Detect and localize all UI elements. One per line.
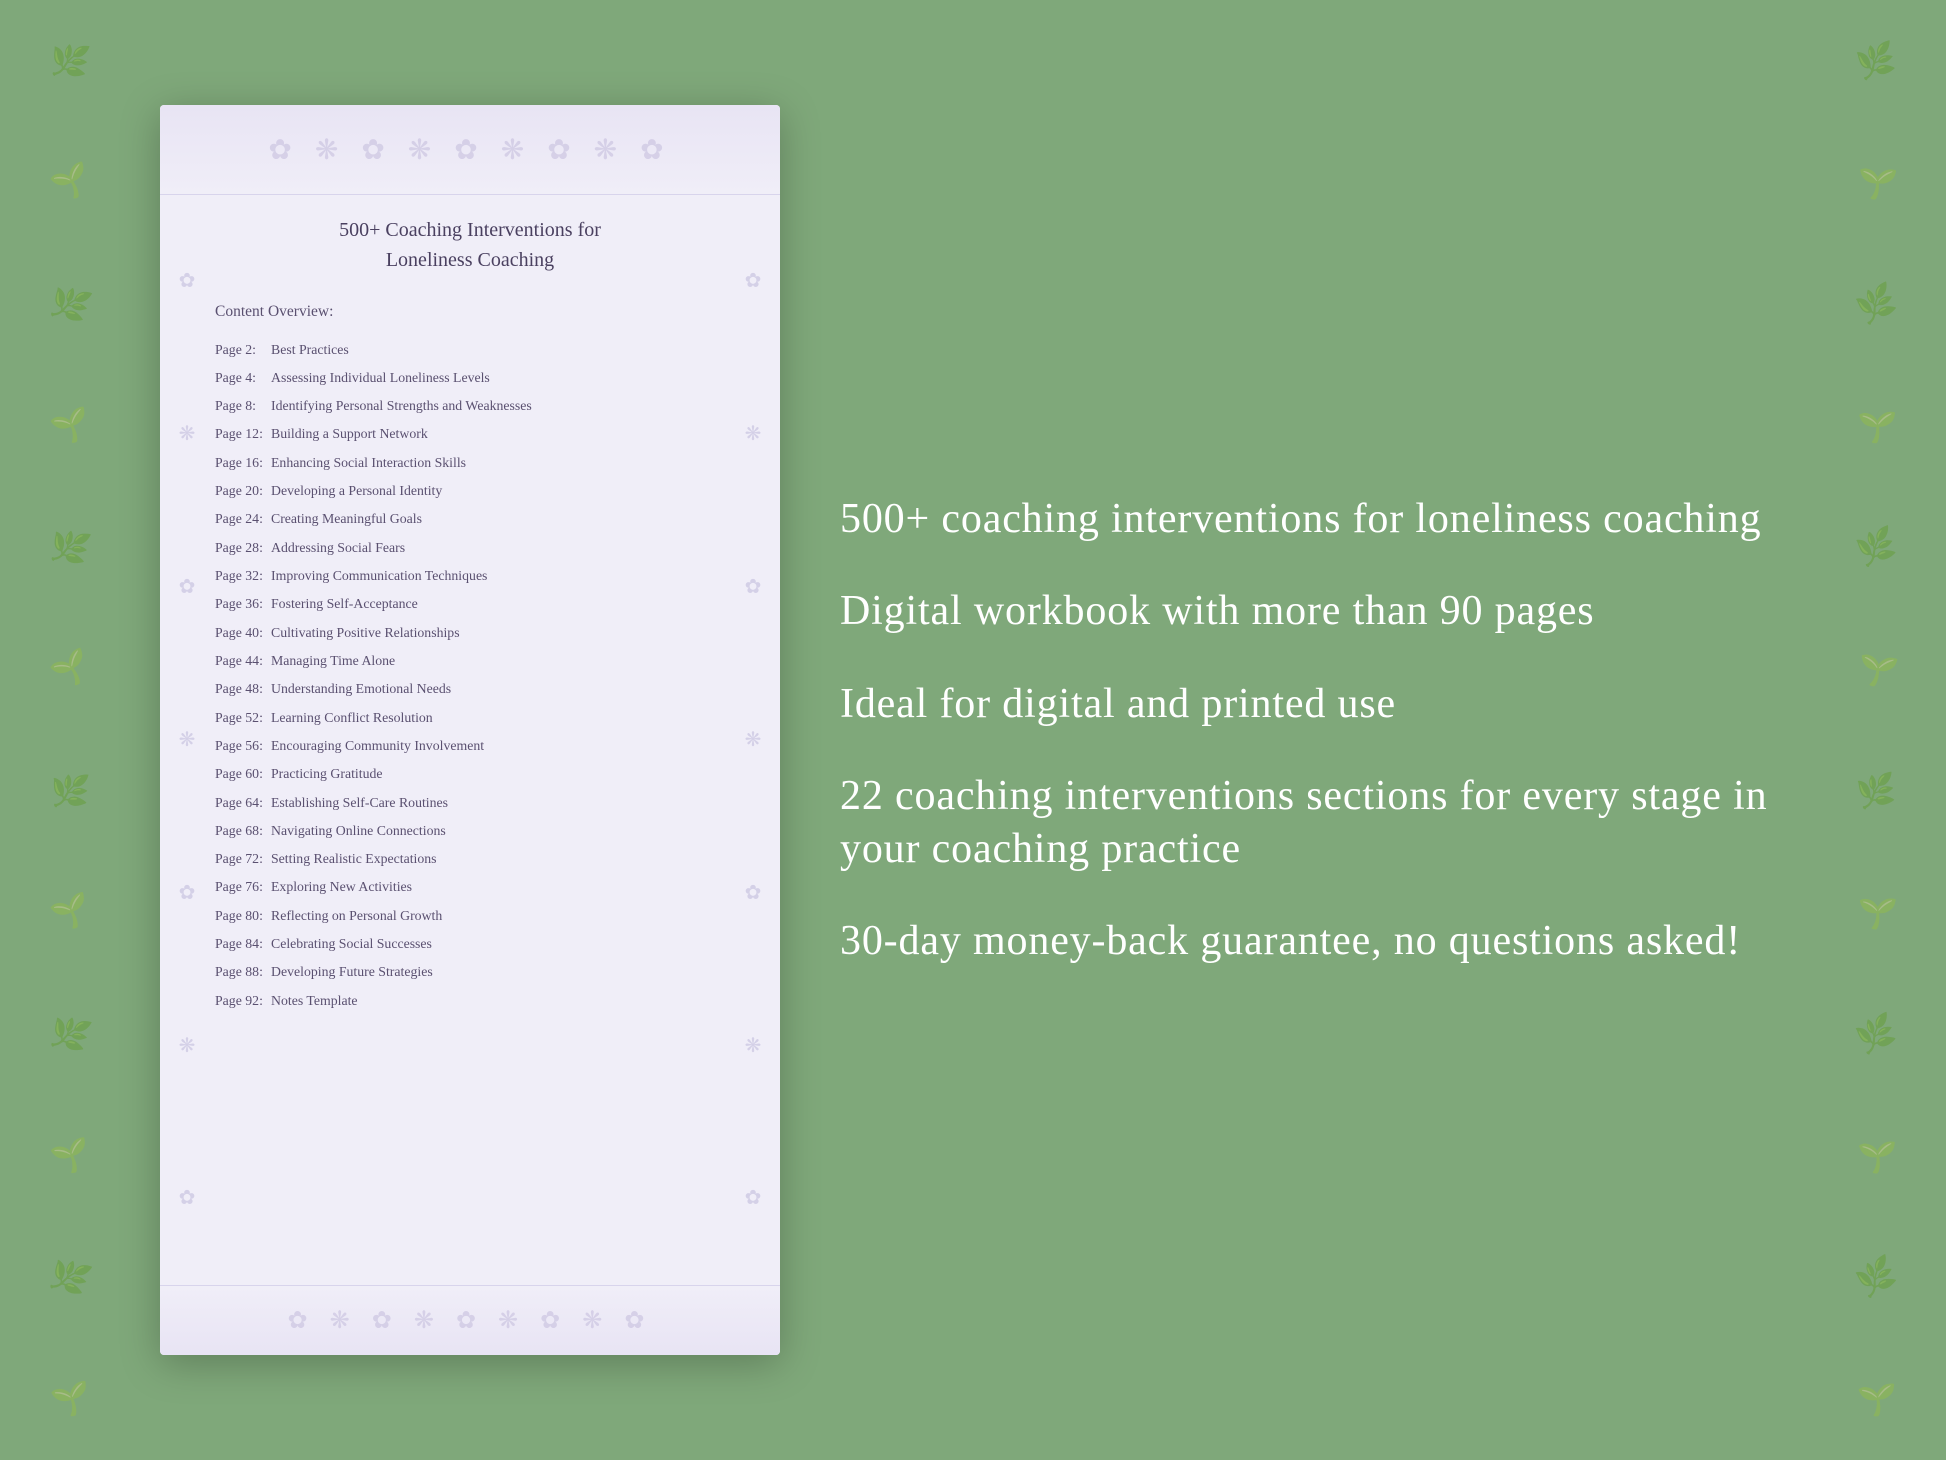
toc-page-number: Page 2: [215,340,271,359]
feature-2: Digital workbook with more than 90 pages [840,585,1786,638]
document-preview: ✿ ❋ ✿ ❋ ✿ ❋ ✿ ✿ ❋ ✿ ❋ ✿ ❋ ✿ 500+ Coachin… [160,105,780,1355]
feature-4: 22 coaching interventions sections for e… [840,770,1786,875]
toc-page-number: Page 72: [215,849,271,868]
toc-item-title: Enhancing Social Interaction Skills [271,455,466,470]
toc-item: Page 28:Addressing Social Fears [215,533,725,561]
feature-5: 30-day money-back guarantee, no question… [840,915,1786,968]
toc-item-title: Best Practices [271,342,349,357]
toc-page-number: Page 88: [215,962,271,981]
toc-item-title: Managing Time Alone [271,653,395,668]
toc-item: Page 88:Developing Future Strategies [215,958,725,986]
toc-item-title: Exploring New Activities [271,879,412,894]
toc-item-title: Cultivating Positive Relationships [271,625,460,640]
toc-item: Page 20:Developing a Personal Identity [215,477,725,505]
toc-page-number: Page 60: [215,764,271,783]
main-layout: ✿ ❋ ✿ ❋ ✿ ❋ ✿ ✿ ❋ ✿ ❋ ✿ ❋ ✿ 500+ Coachin… [0,0,1946,1460]
doc-content-area: 500+ Coaching Interventions for Loneline… [160,195,780,1285]
toc-page-number: Page 64: [215,793,271,812]
toc-page-number: Page 8: [215,396,271,415]
toc-page-number: Page 24: [215,509,271,528]
toc-item-title: Developing a Personal Identity [271,483,442,498]
toc-item-title: Practicing Gratitude [271,766,383,781]
toc-section-label: Content Overview: [215,303,725,321]
toc-item-title: Reflecting on Personal Growth [271,908,442,923]
toc-page-number: Page 48: [215,679,271,698]
toc-item: Page 64:Establishing Self-Care Routines [215,788,725,816]
feature-1: 500+ coaching interventions for loneline… [840,493,1786,546]
toc-page-number: Page 76: [215,877,271,896]
toc-item-title: Notes Template [271,993,358,1008]
table-of-contents: Page 2:Best PracticesPage 4:Assessing In… [215,335,725,1015]
toc-item: Page 24:Creating Meaningful Goals [215,505,725,533]
toc-item-title: Learning Conflict Resolution [271,710,433,725]
toc-item-title: Navigating Online Connections [271,823,446,838]
feature-text: 22 coaching interventions sections for e… [840,770,1786,875]
document-title: 500+ Coaching Interventions for Loneline… [215,215,725,275]
toc-item-title: Addressing Social Fears [271,540,405,555]
toc-item-title: Assessing Individual Loneliness Levels [271,370,490,385]
toc-item-title: Fostering Self-Acceptance [271,596,418,611]
toc-item: Page 80:Reflecting on Personal Growth [215,901,725,929]
feature-3: Ideal for digital and printed use [840,678,1786,731]
toc-item-title: Improving Communication Techniques [271,568,487,583]
toc-item: Page 44:Managing Time Alone [215,646,725,674]
toc-page-number: Page 84: [215,934,271,953]
toc-page-number: Page 80: [215,906,271,925]
toc-item: Page 72:Setting Realistic Expectations [215,845,725,873]
toc-item: Page 92:Notes Template [215,986,725,1014]
toc-page-number: Page 92: [215,991,271,1010]
toc-item: Page 4:Assessing Individual Loneliness L… [215,363,725,391]
toc-item: Page 76:Exploring New Activities [215,873,725,901]
toc-page-number: Page 44: [215,651,271,670]
toc-page-number: Page 16: [215,453,271,472]
feature-text: Ideal for digital and printed use [840,678,1786,731]
toc-item: Page 12:Building a Support Network [215,420,725,448]
toc-page-number: Page 36: [215,594,271,613]
toc-item: Page 16:Enhancing Social Interaction Ski… [215,448,725,476]
toc-page-number: Page 68: [215,821,271,840]
toc-item-title: Creating Meaningful Goals [271,511,422,526]
toc-page-number: Page 12: [215,424,271,443]
toc-item-title: Building a Support Network [271,426,428,441]
doc-bottom-decoration [160,1285,780,1355]
features-panel: 500+ coaching interventions for loneline… [840,493,1866,968]
toc-page-number: Page 28: [215,538,271,557]
toc-page-number: Page 4: [215,368,271,387]
feature-text: 30-day money-back guarantee, no question… [840,915,1786,968]
toc-page-number: Page 20: [215,481,271,500]
toc-item-title: Setting Realistic Expectations [271,851,437,866]
feature-text: Digital workbook with more than 90 pages [840,585,1786,638]
toc-item: Page 60:Practicing Gratitude [215,760,725,788]
toc-item: Page 56:Encouraging Community Involvemen… [215,731,725,759]
toc-item: Page 36:Fostering Self-Acceptance [215,590,725,618]
toc-page-number: Page 40: [215,623,271,642]
toc-item: Page 48:Understanding Emotional Needs [215,675,725,703]
feature-text: 500+ coaching interventions for loneline… [840,493,1786,546]
toc-page-number: Page 56: [215,736,271,755]
toc-item-title: Celebrating Social Successes [271,936,432,951]
toc-page-number: Page 32: [215,566,271,585]
doc-top-decoration [160,105,780,195]
toc-item: Page 32:Improving Communication Techniqu… [215,562,725,590]
toc-item: Page 40:Cultivating Positive Relationshi… [215,618,725,646]
toc-item-title: Establishing Self-Care Routines [271,795,448,810]
toc-item: Page 8:Identifying Personal Strengths an… [215,392,725,420]
toc-page-number: Page 52: [215,708,271,727]
toc-item: Page 68:Navigating Online Connections [215,816,725,844]
toc-item-title: Encouraging Community Involvement [271,738,484,753]
toc-item: Page 2:Best Practices [215,335,725,363]
toc-item-title: Understanding Emotional Needs [271,681,451,696]
toc-item-title: Identifying Personal Strengths and Weakn… [271,398,532,413]
toc-item-title: Developing Future Strategies [271,964,433,979]
toc-item: Page 52:Learning Conflict Resolution [215,703,725,731]
toc-item: Page 84:Celebrating Social Successes [215,930,725,958]
